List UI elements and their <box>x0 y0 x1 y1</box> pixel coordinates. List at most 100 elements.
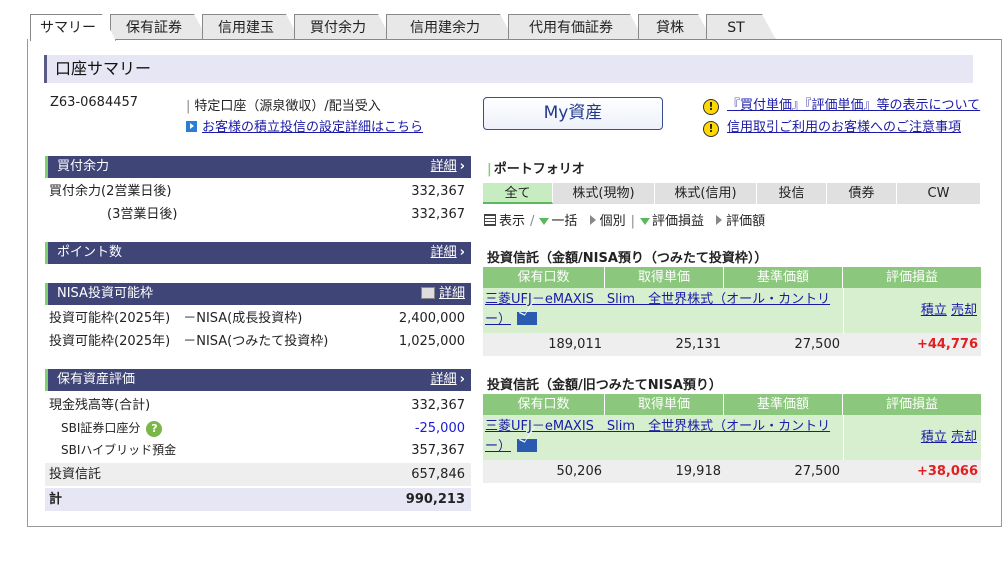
tab-buying-power[interactable]: 買付余力 <box>294 14 392 40</box>
portfolio-tab-all[interactable]: 全て <box>483 183 553 204</box>
portfolio-tab-cw[interactable]: CW <box>897 183 981 204</box>
triangle-right-icon <box>716 215 723 225</box>
nisa-detail-link[interactable]: 詳細 <box>420 283 465 305</box>
nisa-title: NISA投資可能枠 <box>57 286 153 301</box>
points-title: ポイント数 <box>57 245 123 260</box>
mail-icon[interactable] <box>517 312 538 325</box>
cash-label: 現金残高等(合計) <box>49 398 151 413</box>
notice-1: ! 『買付単価』『評価単価』等の表示について <box>703 94 980 115</box>
fund-name-row: 三菱UFJ－eMAXIS Slim 全世界株式（オール・カントリー） 積立 売却 <box>483 288 981 333</box>
portfolio-tabs: 全て 株式(現物) 株式(信用) 投信 債券 CW <box>483 183 981 204</box>
option-gain[interactable]: 評価損益 <box>652 214 704 229</box>
settings-link-row: お客様の積立投信の設定詳細はこちら <box>186 116 423 135</box>
sell-link[interactable]: 売却 <box>951 430 977 445</box>
fund-actions: 積立 売却 <box>843 415 981 460</box>
points-header: ポイント数 詳細 › <box>45 242 471 264</box>
account-number: Z63-0684457 <box>50 95 139 110</box>
fund-table-header: 保有口数 取得単価 基準価額 評価損益 <box>483 394 981 415</box>
option-bulk[interactable]: 一括 <box>551 214 577 229</box>
account-type-text: 特定口座（源泉徴収）/配当受入 <box>194 99 381 114</box>
nisa-label: 投資可能枠(2025年) －NISA(成長投資枠) <box>49 311 303 326</box>
fund-gain: +38,066 <box>916 464 978 479</box>
col-cost: 取得単価 <box>605 267 724 288</box>
sbi-row: SBI証券口座分? -25,000 <box>45 417 471 440</box>
option-individual[interactable]: 個別 <box>600 214 626 229</box>
triangle-right-icon <box>589 215 596 225</box>
total-value: 990,213 <box>405 492 465 507</box>
holdings-detail-link[interactable]: 詳細 › <box>431 369 465 391</box>
tab-holdings[interactable]: 保有証券 <box>110 14 208 40</box>
trust-label: 投資信託 <box>49 467 102 482</box>
chevron-right-icon: › <box>459 372 465 387</box>
portfolio-tab-funds[interactable]: 投信 <box>757 183 827 204</box>
fund-table-header: 保有口数 取得単価 基準価額 評価損益 <box>483 267 981 288</box>
tab-stock-lending[interactable]: 貸株 <box>638 14 712 40</box>
hybrid-row: SBIハイブリッド預金 357,367 <box>45 439 471 462</box>
fund-table: 保有口数 取得単価 基準価額 評価損益 三菱UFJ－eMAXIS Slim 全世… <box>483 267 981 356</box>
portfolio-title: | ポートフォリオ <box>487 162 585 177</box>
option-value[interactable]: 評価額 <box>726 214 765 229</box>
accumulate-link[interactable]: 積立 <box>921 430 947 445</box>
col-cost: 取得単価 <box>605 394 724 415</box>
tab-st[interactable]: ST <box>706 14 776 40</box>
trust-value: 657,846 <box>411 467 465 482</box>
triangle-down-icon <box>539 218 550 225</box>
fund-cost: 19,918 <box>675 464 722 479</box>
buying-power-label: 買付余力(2営業日後) <box>49 184 172 199</box>
fund-units: 189,011 <box>548 337 602 352</box>
hybrid-value: 357,367 <box>411 443 465 458</box>
my-assets-button[interactable]: My資産 <box>483 97 663 130</box>
sbi-value: -25,000 <box>414 421 465 436</box>
tab-margin-power[interactable]: 信用建余力 <box>386 14 514 40</box>
sbi-label: SBI証券口座分 <box>61 421 141 435</box>
display-label: 表示 <box>499 214 526 229</box>
points-detail-link[interactable]: 詳細 › <box>431 242 465 264</box>
sell-link[interactable]: 売却 <box>951 303 977 318</box>
help-icon[interactable]: ? <box>146 421 163 437</box>
tab-collateral[interactable]: 代用有価証券 <box>508 14 644 40</box>
buying-power-label: (3営業日後) <box>107 207 178 222</box>
fund-section-title: 投資信託（金額/旧つみたてNISA預り） <box>487 378 722 393</box>
portfolio-tab-margin[interactable]: 株式(信用) <box>655 183 757 204</box>
notice-link-margin[interactable]: 信用取引ご利用のお客様へのご注意事項 <box>727 120 961 135</box>
holdings-title: 保有資産評価 <box>57 372 136 387</box>
col-gain: 評価損益 <box>885 397 938 412</box>
page-title: 口座サマリー <box>44 55 973 83</box>
chevron-right-icon: › <box>459 245 465 260</box>
accumulate-link[interactable]: 積立 <box>921 303 947 318</box>
warning-icon: ! <box>703 99 719 115</box>
account-type: | 特定口座（源泉徴収）/配当受入 <box>186 99 381 114</box>
buying-power-detail-link[interactable]: 詳細 › <box>431 156 465 178</box>
total-row: 計 990,213 <box>45 488 471 511</box>
window-icon <box>420 287 435 299</box>
settings-link[interactable]: お客様の積立投信の設定詳細はこちら <box>202 120 423 135</box>
fund-values-row: 50,206 19,918 27,500 +38,066 <box>483 460 981 483</box>
portfolio-options: 表示 / 一括 個別 | 評価損益 評価額 <box>484 210 765 229</box>
fund-section-title: 投資信託（金額/NISA預り（つみたて投資枠）） <box>487 251 768 266</box>
fund-gain: +44,776 <box>916 337 978 352</box>
nisa-row: 投資可能枠(2025年) －NISA(成長投資枠) 2,400,000 <box>45 307 471 330</box>
col-nav: 基準価額 <box>724 394 843 415</box>
notice-2: ! 信用取引ご利用のお客様へのご注意事項 <box>703 116 961 137</box>
col-gain: 評価損益 <box>885 270 938 285</box>
buying-power-row: 買付余力(2営業日後) 332,367 <box>45 180 471 203</box>
portfolio-tab-stocks[interactable]: 株式(現物) <box>553 183 655 204</box>
cash-value: 332,367 <box>411 398 465 413</box>
buying-power-value: 332,367 <box>411 184 465 199</box>
fund-name-row: 三菱UFJ－eMAXIS Slim 全世界株式（オール・カントリー） 積立 売却 <box>483 415 981 460</box>
buying-power-value: 332,367 <box>411 207 465 222</box>
warning-icon: ! <box>703 121 719 137</box>
mail-icon[interactable] <box>517 439 538 452</box>
notice-link-prices[interactable]: 『買付単価』『評価単価』等の表示について <box>727 98 980 113</box>
col-nav: 基準価額 <box>724 267 843 288</box>
hybrid-label: SBIハイブリッド預金 <box>61 443 177 457</box>
tab-summary[interactable]: サマリー <box>30 14 116 41</box>
portfolio-tab-bonds[interactable]: 債券 <box>827 183 897 204</box>
nisa-value: 2,400,000 <box>398 311 465 326</box>
tab-margin-positions[interactable]: 信用建玉 <box>202 14 300 40</box>
nisa-row: 投資可能枠(2025年) －NISA(つみたて投資枠) 1,025,000 <box>45 330 471 353</box>
fund-nav: 27,500 <box>794 464 841 479</box>
col-units: 保有口数 <box>483 267 605 288</box>
fund-actions: 積立 売却 <box>843 288 981 333</box>
triangle-down-icon <box>639 218 650 225</box>
